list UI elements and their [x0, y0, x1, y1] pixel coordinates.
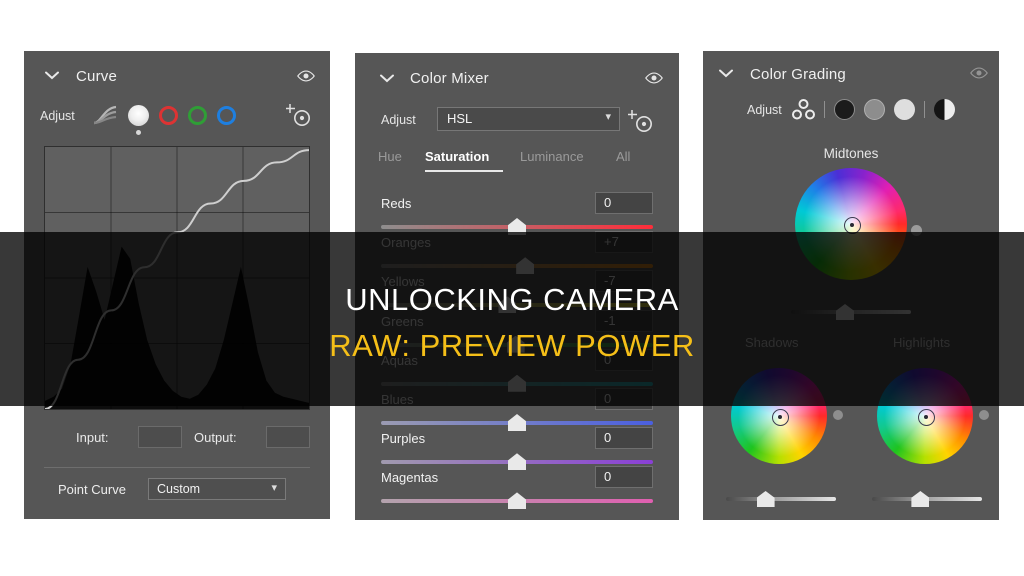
active-tab-underline	[425, 170, 503, 172]
highlights-picker[interactable]	[917, 408, 935, 426]
output-field[interactable]	[266, 426, 310, 448]
curve-channel-buttons	[92, 101, 236, 135]
color-mixer-adjust-label: Adjust	[381, 113, 416, 127]
rgb-point-curve-button[interactable]	[128, 104, 149, 135]
shadows-picker[interactable]	[771, 408, 789, 426]
slider-value-field[interactable]: 0	[595, 466, 653, 489]
blue-channel-button[interactable]	[217, 105, 236, 125]
chevron-down-icon[interactable]	[45, 71, 59, 80]
curve-panel-title: Curve	[76, 68, 118, 85]
color-mixer-row-purples: Purples 0	[381, 427, 653, 471]
slider-label: Reds	[381, 196, 412, 211]
divider	[824, 100, 825, 118]
eye-icon[interactable]	[970, 67, 988, 79]
color-mixer-tab-all[interactable]: All	[616, 149, 630, 164]
shadows-hue-handle[interactable]	[833, 410, 843, 420]
title-overlay-band	[0, 232, 1024, 406]
highlights-hue-handle[interactable]	[979, 410, 989, 420]
chevron-down-icon[interactable]	[380, 74, 394, 83]
screenshot-root: Curve Adjust Input: Output: Point Curve …	[0, 0, 1024, 576]
color-mixer-tab-saturation[interactable]: Saturation	[425, 149, 489, 164]
slider-thumb-shape	[508, 492, 526, 510]
shadows-icon[interactable]	[834, 98, 855, 120]
color-mixer-tabs: Hue Saturation Luminance All	[378, 146, 668, 174]
eye-icon[interactable]	[297, 70, 315, 82]
3-way-icon[interactable]	[792, 98, 815, 120]
point-curve-select[interactable]: Custom ▾	[148, 478, 286, 500]
color-mixer-title: Color Mixer	[410, 70, 489, 87]
slider-value-field[interactable]: 0	[595, 427, 653, 450]
curve-input-output: Input: Output:	[40, 425, 314, 459]
parametric-curve-icon[interactable]	[92, 104, 118, 126]
color-mixer-tab-luminance[interactable]: Luminance	[520, 149, 584, 164]
input-field[interactable]	[138, 426, 182, 448]
slider-thumb-shape	[508, 453, 526, 471]
divider	[44, 467, 310, 468]
curve-adjust-label: Adjust	[40, 109, 75, 123]
divider	[924, 100, 925, 118]
midtones-icon[interactable]	[864, 98, 885, 120]
slider-value: 0	[604, 469, 612, 485]
shadows-luminance-slider[interactable]	[726, 497, 836, 501]
eye-icon[interactable]	[645, 72, 663, 84]
slider-thumb-shape	[508, 414, 526, 431]
midtones-label: Midtones	[823, 146, 879, 161]
targeted-adjustment-icon[interactable]	[286, 102, 312, 128]
slider-label: Purples	[381, 431, 426, 447]
color-mixer-mode-select[interactable]: HSL ▾	[437, 107, 620, 131]
midtones-picker[interactable]	[843, 216, 861, 234]
color-grading-mode-buttons	[792, 97, 955, 121]
point-curve-label: Point Curve	[58, 482, 126, 497]
color-grading-adjust-label: Adjust	[747, 103, 782, 117]
slider-value: 0	[604, 195, 612, 210]
chevron-down-icon: ▾	[271, 482, 277, 494]
color-mixer-row-reds: Reds 0	[381, 192, 653, 235]
point-curve-value: Custom	[157, 482, 201, 496]
overlay-title-line1: UNLOCKING CAMERA	[345, 282, 679, 317]
red-channel-button[interactable]	[159, 105, 178, 125]
slider-value-field[interactable]: 0	[595, 192, 653, 214]
input-label: Input:	[76, 430, 109, 445]
highlights-icon[interactable]	[894, 98, 915, 120]
global-icon[interactable]	[934, 98, 955, 120]
overlay-title-line2: RAW: PREVIEW POWER	[329, 328, 695, 363]
color-grading-title: Color Grading	[750, 66, 846, 83]
color-mixer-row-magentas: Magentas 0	[381, 466, 653, 510]
color-mixer-tab-hue[interactable]: Hue	[378, 149, 402, 164]
green-channel-button[interactable]	[188, 105, 207, 125]
chevron-down-icon[interactable]	[719, 69, 733, 78]
color-mixer-mode-value: HSL	[447, 111, 473, 126]
targeted-adjustment-icon[interactable]	[628, 108, 654, 134]
slider-label: Magentas	[381, 470, 439, 486]
output-label: Output:	[194, 430, 237, 445]
slider-value: 0	[604, 430, 612, 446]
chevron-down-icon: ▾	[605, 111, 611, 123]
